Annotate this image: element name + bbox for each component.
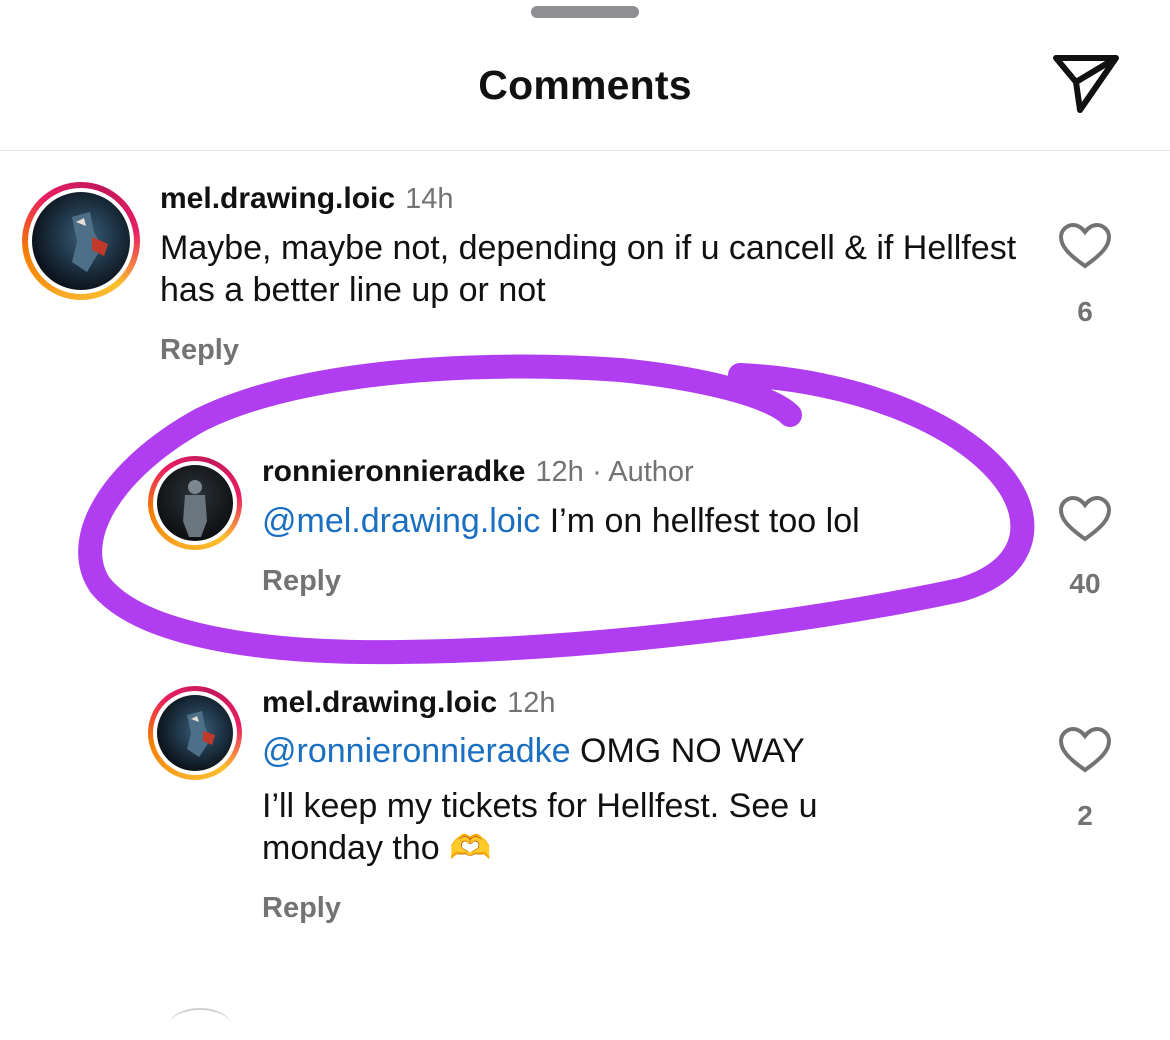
comment-text: OMG NO WAY xyxy=(570,732,805,770)
comment-text: I’ll keep my tickets for Hellfest. See u… xyxy=(262,787,818,867)
avatar[interactable] xyxy=(22,182,140,300)
timestamp: 14h xyxy=(405,183,454,215)
like-count: 40 xyxy=(1069,568,1101,599)
paper-plane-icon[interactable] xyxy=(1050,52,1122,116)
heart-icon[interactable] xyxy=(1058,495,1112,543)
mention-link[interactable]: @mel.drawing.loic xyxy=(262,502,540,540)
username[interactable]: mel.drawing.loic xyxy=(160,182,395,215)
avatar-figure-icon xyxy=(183,480,207,537)
author-badge: · Author xyxy=(592,456,694,488)
timestamp: 12h xyxy=(535,456,584,488)
comment-text: Maybe, maybe not, depending on if u canc… xyxy=(160,229,1017,309)
reply-button[interactable]: Reply xyxy=(160,334,239,367)
comments-header: Comments xyxy=(0,0,1170,151)
username[interactable]: ronnieronnieradke xyxy=(262,455,525,488)
avatar-artwork-icon xyxy=(72,212,108,272)
heart-icon[interactable] xyxy=(1058,726,1112,774)
page-title: Comments xyxy=(478,62,692,108)
timestamp: 12h xyxy=(507,687,556,719)
avatar[interactable] xyxy=(148,686,242,780)
username[interactable]: mel.drawing.loic xyxy=(262,686,497,719)
avatar[interactable] xyxy=(148,456,242,550)
heart-icon[interactable] xyxy=(1058,222,1112,270)
avatar-partial xyxy=(170,1008,230,1040)
comment-text: I’m on hellfest too lol xyxy=(540,502,860,540)
like-count: 6 xyxy=(1077,296,1093,327)
avatar-artwork-icon xyxy=(187,711,215,757)
reply-button[interactable]: Reply xyxy=(262,892,341,925)
mention-link[interactable]: @ronnieronnieradke xyxy=(262,732,571,770)
reply-button[interactable]: Reply xyxy=(262,565,341,598)
like-count: 2 xyxy=(1077,800,1093,831)
